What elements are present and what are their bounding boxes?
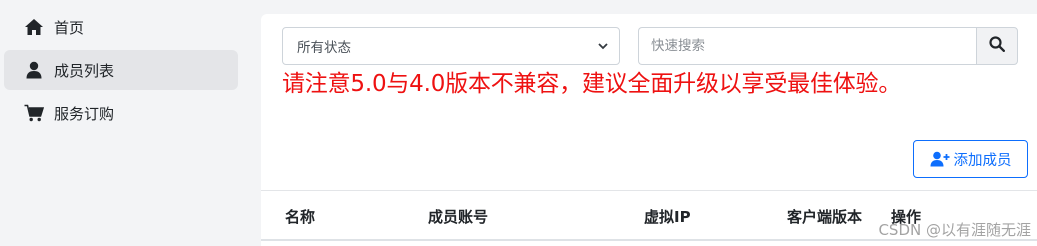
column-header-account: 成员账号	[428, 208, 489, 226]
cart-icon	[24, 103, 44, 123]
user-plus-icon	[930, 151, 950, 167]
compatibility-notice: 请注意5.0与4.0版本不兼容，建议全面升级以享受最佳体验。	[282, 71, 902, 97]
sidebar-item-service[interactable]: 服务订购	[4, 93, 238, 133]
sidebar-item-label: 服务订购	[54, 104, 115, 123]
search-input[interactable]	[638, 27, 976, 65]
search-icon	[989, 36, 1005, 56]
status-filter-value: 所有状态	[297, 40, 351, 56]
sidebar: 首页 成员列表 服务订购	[0, 0, 246, 246]
sidebar-item-members[interactable]: 成员列表	[4, 50, 238, 90]
add-member-button[interactable]: 添加成员	[913, 140, 1028, 178]
add-member-label: 添加成员	[953, 152, 1012, 169]
column-header-virtual-ip: 虚拟IP	[644, 208, 691, 226]
home-icon	[24, 17, 44, 37]
status-filter-select[interactable]: 所有状态	[282, 27, 620, 65]
chevron-down-icon	[597, 40, 609, 56]
watermark: CSDN @以有涯随无涯	[878, 221, 1031, 239]
sidebar-item-home[interactable]: 首页	[4, 7, 238, 47]
user-icon	[24, 60, 44, 80]
column-header-name: 名称	[285, 208, 316, 226]
column-header-client-version: 客户端版本	[787, 208, 863, 226]
search-button[interactable]	[976, 27, 1018, 65]
member-list-card: 所有状态 请注意5.0与4.0版本不兼容，建议全面升级以享受最佳体验。 添加成员	[261, 14, 1037, 246]
sidebar-item-label: 成员列表	[54, 61, 115, 80]
sidebar-item-label: 首页	[54, 18, 85, 37]
